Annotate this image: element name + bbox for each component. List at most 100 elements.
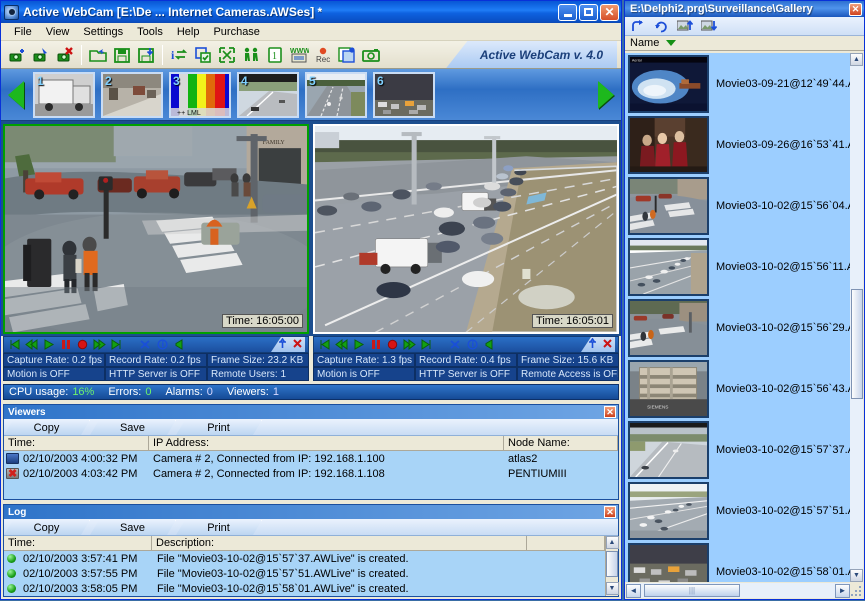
- save-session-icon[interactable]: [110, 43, 134, 67]
- rewind-button[interactable]: [24, 338, 39, 352]
- list-item[interactable]: Movie03-10-02@15`58`01.AW: [625, 541, 851, 582]
- minimize-button[interactable]: [558, 4, 577, 21]
- camera-thumb-4[interactable]: 4: [237, 72, 299, 118]
- log-print-button[interactable]: Print: [176, 520, 262, 535]
- camera-thumb-2[interactable]: 2: [101, 72, 163, 118]
- first-frame-button[interactable]: [317, 338, 332, 352]
- info-button[interactable]: [155, 338, 170, 352]
- export-images-icon[interactable]: [700, 18, 718, 34]
- fullscreen-icon[interactable]: [215, 43, 239, 67]
- menu-view[interactable]: View: [39, 24, 77, 40]
- pin-icon[interactable]: [587, 338, 598, 352]
- gallery-column-header[interactable]: Name: [625, 36, 864, 51]
- log-col-time[interactable]: Time:: [4, 536, 152, 550]
- viewers-icon[interactable]: [239, 43, 263, 67]
- maximize-button[interactable]: [579, 4, 598, 21]
- list-item[interactable]: Movie03-10-02@15`57`37.AW: [625, 419, 851, 480]
- camera-thumb-1[interactable]: 1: [33, 72, 95, 118]
- last-frame-button[interactable]: [419, 338, 434, 352]
- camera-thumb-3[interactable]: ++ LML 3: [169, 72, 231, 118]
- viewers-save-button[interactable]: Save: [90, 420, 176, 435]
- list-item[interactable]: Movie03-09-26@16`53`41.AW: [625, 114, 851, 175]
- list-item[interactable]: 02/10/2003 3:57:41 PM File "Movie03-10-0…: [4, 551, 605, 566]
- list-item[interactable]: Movie03-10-02@15`56`29.AW: [625, 297, 851, 358]
- schedule-icon[interactable]: 1: [263, 43, 287, 67]
- camera-right-video[interactable]: Time: 16:05:01: [313, 124, 619, 334]
- log-vertical-scrollbar[interactable]: ▲ ▼: [605, 536, 618, 596]
- log-col-desc[interactable]: Description:: [152, 536, 527, 550]
- list-item[interactable]: SIEMENS Movie03-10-02@15`56`43.AW: [625, 358, 851, 419]
- settings-button[interactable]: [448, 338, 463, 352]
- up-folder-icon[interactable]: [628, 18, 646, 34]
- scroll-right-icon[interactable]: ►: [835, 584, 850, 598]
- viewers-copy-button[interactable]: Copy: [4, 420, 90, 435]
- viewers-col-ip[interactable]: IP Address:: [149, 436, 504, 450]
- play-button[interactable]: [41, 338, 56, 352]
- record-button[interactable]: [75, 338, 90, 352]
- gallery-title-bar[interactable]: E:\Delphi2.prg\Surveillance\Gallery ✕: [625, 1, 864, 17]
- scroll-up-icon[interactable]: ▲: [606, 536, 619, 549]
- edit-camera-icon[interactable]: [29, 43, 53, 67]
- scroll-thumb[interactable]: [606, 551, 618, 577]
- gallery-vertical-scrollbar[interactable]: ▲ ▼: [850, 53, 863, 582]
- log-panel-close-button[interactable]: ✕: [604, 506, 616, 518]
- rewind-button[interactable]: [334, 338, 349, 352]
- record-button[interactable]: [385, 338, 400, 352]
- scroll-up-icon[interactable]: ▲: [850, 53, 863, 66]
- menu-file[interactable]: File: [7, 24, 39, 40]
- menu-help[interactable]: Help: [170, 24, 207, 40]
- camera-thumb-5[interactable]: 5: [305, 72, 367, 118]
- hscroll-thumb[interactable]: |||: [644, 584, 740, 597]
- log-save-button[interactable]: Save: [90, 520, 176, 535]
- viewers-col-node[interactable]: Node Name:: [504, 436, 618, 450]
- refresh-icon[interactable]: [652, 18, 670, 34]
- camera-thumb-6[interactable]: 6: [373, 72, 435, 118]
- web-publish-icon[interactable]: WWW: [287, 43, 311, 67]
- sound-button[interactable]: [172, 338, 187, 352]
- camera-left-video[interactable]: FAMILY: [3, 124, 309, 334]
- list-item[interactable]: Movie03-10-02@15`56`11.AW: [625, 236, 851, 297]
- table-row[interactable]: 02/10/2003 4:00:32 PM Camera # 2, Connec…: [4, 451, 618, 466]
- delete-camera-icon[interactable]: [53, 43, 77, 67]
- viewers-col-time[interactable]: Time:: [4, 436, 149, 450]
- list-item[interactable]: 02/10/2003 3:57:55 PM File "Movie03-10-0…: [4, 566, 605, 581]
- list-item[interactable]: Movie03-10-02@15`57`51.AW: [625, 480, 851, 541]
- scroll-thumb[interactable]: [851, 289, 863, 399]
- scroll-right-arrow[interactable]: [593, 73, 619, 117]
- open-session-icon[interactable]: [86, 43, 110, 67]
- pause-button[interactable]: [58, 338, 73, 352]
- pin-icon[interactable]: [277, 338, 288, 352]
- close-icon[interactable]: [292, 338, 303, 352]
- menu-purchase[interactable]: Purchase: [206, 24, 266, 40]
- add-camera-icon[interactable]: [5, 43, 29, 67]
- sound-button[interactable]: [482, 338, 497, 352]
- scroll-left-arrow[interactable]: [3, 73, 29, 117]
- gallery-close-button[interactable]: ✕: [849, 3, 862, 16]
- import-images-icon[interactable]: [676, 18, 694, 34]
- menu-settings[interactable]: Settings: [76, 24, 130, 40]
- first-frame-button[interactable]: [7, 338, 22, 352]
- menu-tools[interactable]: Tools: [130, 24, 170, 40]
- close-button[interactable]: ✕: [600, 4, 619, 21]
- log-col-extra[interactable]: [527, 536, 605, 550]
- scroll-left-icon[interactable]: ◄: [626, 584, 641, 598]
- record-icon[interactable]: Rec: [311, 43, 335, 67]
- gallery-horizontal-scrollbar[interactable]: ◄ ||| ►: [626, 583, 850, 598]
- import-export-icon[interactable]: i: [167, 43, 191, 67]
- gallery-icon[interactable]: [335, 43, 359, 67]
- main-title-bar[interactable]: Active WebCam [E:\De ... Internet Camera…: [1, 1, 621, 23]
- snapshot-icon[interactable]: [359, 43, 383, 67]
- list-item[interactable]: 02/10/2003 3:58:05 PM File "Movie03-10-0…: [4, 581, 605, 596]
- log-copy-button[interactable]: Copy: [4, 520, 90, 535]
- save-session-as-icon[interactable]: [134, 43, 158, 67]
- list-item[interactable]: Movie03-10-02@15`56`04.AW: [625, 175, 851, 236]
- play-button[interactable]: [351, 338, 366, 352]
- table-row[interactable]: 02/10/2003 4:03:42 PM Camera # 2, Connec…: [4, 466, 618, 481]
- scroll-down-icon[interactable]: ▼: [850, 569, 863, 582]
- settings-button[interactable]: [138, 338, 153, 352]
- viewers-panel-close-button[interactable]: ✕: [604, 406, 616, 418]
- scroll-down-icon[interactable]: ▼: [606, 582, 619, 595]
- properties-icon[interactable]: [191, 43, 215, 67]
- viewers-print-button[interactable]: Print: [176, 420, 262, 435]
- fast-forward-button[interactable]: [402, 338, 417, 352]
